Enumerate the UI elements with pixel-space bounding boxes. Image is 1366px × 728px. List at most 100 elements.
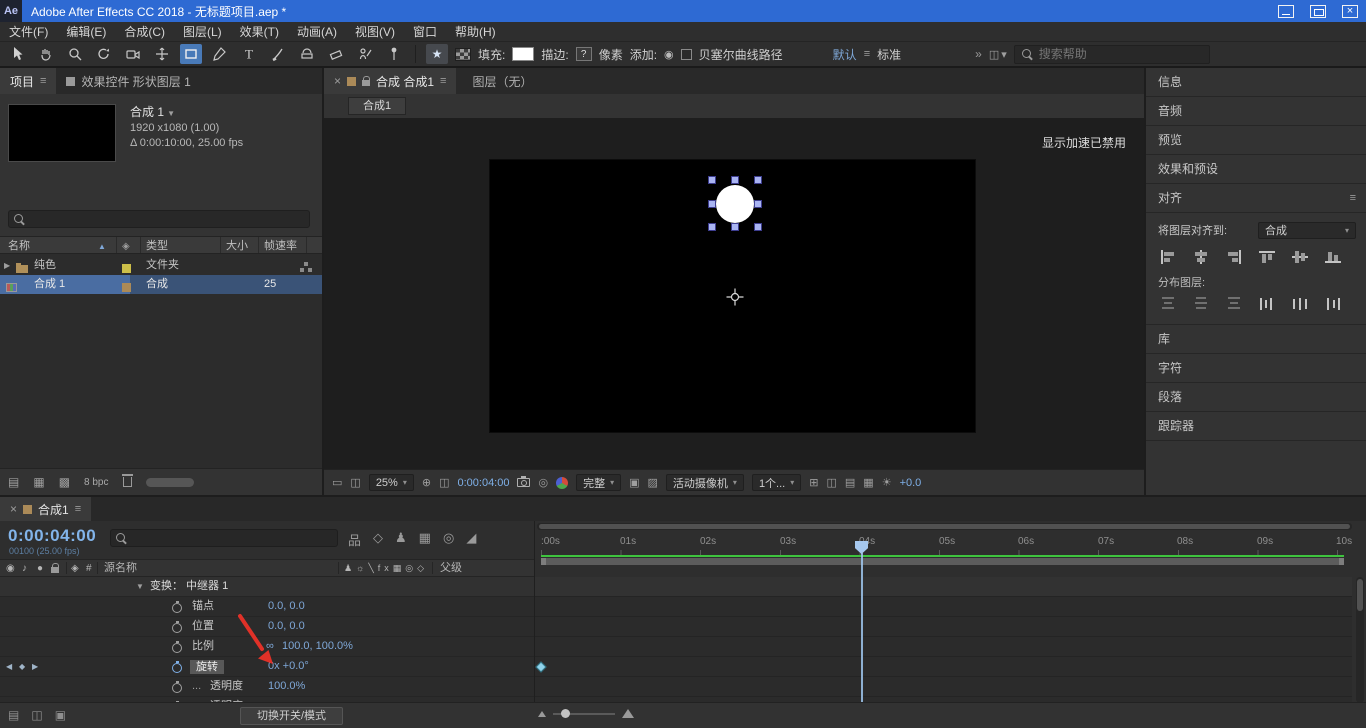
track-row[interactable]	[535, 597, 1352, 617]
region-of-interest-icon[interactable]: ▣	[629, 476, 639, 489]
magnification-select[interactable]: 25%▾	[369, 474, 414, 491]
menu-help[interactable]: 帮助(H)	[446, 22, 505, 42]
snapshot-icon[interactable]	[517, 478, 530, 487]
main-viewer-icon[interactable]: ◫	[350, 476, 360, 489]
distribute-top-icon[interactable]	[1156, 294, 1179, 312]
puppet-pin-tool[interactable]	[383, 44, 405, 64]
selection-handle[interactable]	[754, 223, 762, 231]
workspace-overflow-icon[interactable]: »	[975, 47, 982, 61]
align-top-icon[interactable]	[1255, 248, 1278, 266]
close-tab-icon[interactable]: ×	[334, 74, 341, 88]
panel-character[interactable]: 字符	[1146, 354, 1366, 383]
panel-menu-icon[interactable]: ≡	[1350, 184, 1356, 213]
view-layout-select[interactable]: 1个...▾	[752, 474, 801, 491]
project-row-solids[interactable]: ▶ 纯色 文件夹	[0, 256, 322, 275]
timeline-nav-icon[interactable]: ▤	[845, 476, 855, 489]
menu-layer[interactable]: 图层(L)	[174, 22, 231, 42]
flowchart-icon[interactable]: ▦	[863, 476, 873, 489]
new-composition-icon[interactable]: ▩	[59, 475, 70, 489]
horizontal-scrollbar[interactable]	[146, 478, 194, 487]
workspace-switcher-icon[interactable]: ◫▾	[989, 48, 1007, 61]
panel-align[interactable]: 对齐 ≡	[1146, 184, 1366, 213]
grid-guides-icon[interactable]: ⊕	[422, 476, 431, 489]
column-source-name[interactable]: 源名称	[104, 560, 137, 577]
video-column-icon[interactable]: ◉	[6, 560, 15, 577]
lock-icon[interactable]	[362, 80, 370, 86]
new-folder-icon[interactable]: ▦	[33, 475, 44, 489]
time-ruler[interactable]: :00s 01s 02s 03s 04s 05s 06s 07s 08s 09s…	[535, 533, 1352, 555]
maximize-button[interactable]	[1302, 0, 1334, 22]
transform-group-row[interactable]: ▼ 变换： 中继器 1	[0, 577, 534, 597]
project-row-comp1[interactable]: 合成 1 合成 25	[0, 275, 322, 294]
fast-previews-icon[interactable]: ◫	[826, 476, 836, 489]
panel-libraries[interactable]: 库	[1146, 325, 1366, 354]
delete-icon[interactable]	[123, 477, 132, 487]
exposure-value[interactable]: +0.0	[900, 477, 922, 489]
track-row[interactable]	[535, 577, 1352, 597]
camera-tool[interactable]	[122, 44, 144, 64]
panel-audio[interactable]: 音频	[1146, 97, 1366, 126]
property-row-rotation[interactable]: ◀ ◆ ▶ 旋转 0x +0.0°	[0, 657, 534, 677]
property-row-position[interactable]: 位置 0.0, 0.0	[0, 617, 534, 637]
panel-tracker[interactable]: 跟踪器	[1146, 412, 1366, 441]
selection-handle[interactable]	[708, 223, 716, 231]
type-tool[interactable]: T	[238, 44, 260, 64]
menu-edit[interactable]: 编辑(E)	[57, 22, 115, 42]
menu-animation[interactable]: 动画(A)	[288, 22, 346, 42]
composition-thumbnail[interactable]	[8, 104, 116, 162]
align-v-center-icon[interactable]	[1288, 248, 1311, 266]
project-search-field[interactable]	[8, 210, 310, 228]
track-row[interactable]	[535, 677, 1352, 697]
selection-handle[interactable]	[708, 200, 716, 208]
align-bottom-icon[interactable]	[1321, 248, 1344, 266]
timeline-vertical-scrollbar[interactable]	[1356, 577, 1364, 702]
tab-composition-comp1[interactable]: × 合成 合成1 ≡	[324, 68, 456, 94]
zoom-slider[interactable]	[553, 713, 615, 715]
panel-menu-icon[interactable]: ≡	[75, 503, 81, 515]
always-preview-icon[interactable]: ▭	[332, 476, 342, 489]
workspace-default[interactable]: 默认	[833, 46, 857, 63]
stroke-color-swatch[interactable]: ?	[576, 47, 592, 61]
panel-paragraph[interactable]: 段落	[1146, 383, 1366, 412]
number-column[interactable]: #	[86, 560, 92, 577]
eraser-tool[interactable]	[325, 44, 347, 64]
selection-handle[interactable]	[708, 176, 716, 184]
pan-behind-tool[interactable]	[151, 44, 173, 64]
menu-composition[interactable]: 合成(C)	[115, 22, 174, 42]
work-area-bar[interactable]	[541, 558, 1344, 565]
transparency-checkerboard-icon[interactable]	[455, 48, 471, 61]
mini-flowchart-icon[interactable]: 品	[348, 530, 361, 549]
shape-star-icon[interactable]: ★	[426, 44, 448, 64]
timeline-search-field[interactable]	[110, 529, 338, 547]
property-row-anchor[interactable]: 锚点 0.0, 0.0	[0, 597, 534, 617]
disclosure-icon[interactable]: ▶	[4, 256, 10, 275]
column-parent[interactable]: 父级	[440, 560, 462, 577]
next-keyframe-icon[interactable]: ▶	[32, 657, 38, 676]
selection-handle[interactable]	[754, 200, 762, 208]
bezier-path-checkbox[interactable]	[681, 49, 692, 60]
selection-handle[interactable]	[754, 176, 762, 184]
comp-name-row[interactable]: 合成 1 ▼	[130, 105, 243, 121]
frame-blend-icon[interactable]: ▦	[419, 530, 431, 549]
selection-handle[interactable]	[731, 223, 739, 231]
preview-time-display[interactable]: 0:00:04:00	[457, 477, 509, 489]
rotation-name-highlight[interactable]: 旋转	[190, 658, 224, 677]
panel-info[interactable]: 信息	[1146, 68, 1366, 97]
property-row-scale[interactable]: 比例 ∞ 100.0, 100.0%	[0, 637, 534, 657]
label-swatch[interactable]	[122, 280, 131, 299]
close-button[interactable]: ×	[1334, 0, 1366, 22]
roto-brush-tool[interactable]	[354, 44, 376, 64]
track-row[interactable]	[535, 637, 1352, 657]
distribute-left-icon[interactable]	[1255, 294, 1278, 312]
rotation-tool[interactable]	[93, 44, 115, 64]
tab-effect-controls[interactable]: 效果控件 形状图层 1	[56, 68, 200, 94]
expand-layer-switches-icon[interactable]: ▤	[8, 708, 19, 722]
help-search-input[interactable]	[1039, 47, 1189, 61]
zoom-out-icon[interactable]	[538, 711, 546, 717]
distribute-h-center-icon[interactable]	[1288, 294, 1311, 312]
minimize-button[interactable]	[1270, 0, 1302, 22]
tab-project[interactable]: 项目 ≡	[0, 68, 56, 94]
audio-column-icon[interactable]: ♪	[22, 560, 27, 577]
brush-tool[interactable]	[267, 44, 289, 64]
expand-transfer-controls-icon[interactable]: ◫	[31, 708, 42, 722]
